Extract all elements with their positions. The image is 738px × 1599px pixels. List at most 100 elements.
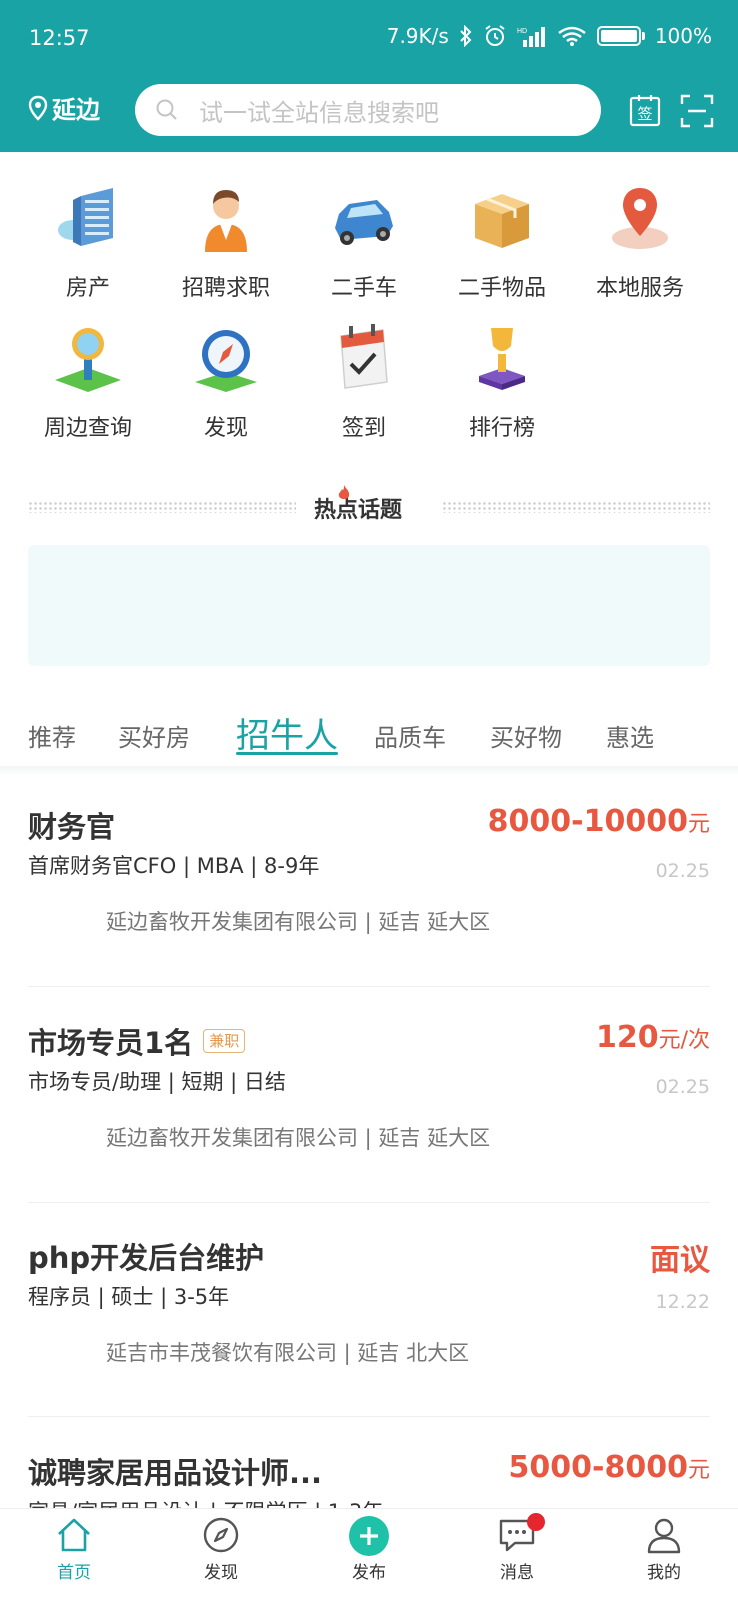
battery-icon (596, 26, 641, 46)
search-input[interactable]: 试一试全站信息搜索吧 (135, 84, 601, 136)
wifi-icon (558, 26, 586, 46)
network-speed: 7.9K/s (386, 24, 449, 48)
svg-text:HD: HD (517, 28, 527, 35)
job-title: 诚聘家居用品设计师... (28, 1456, 323, 1490)
hot-topics-header: 热点话题 (0, 485, 738, 526)
job-date: 12.22 (655, 1291, 710, 1313)
location-pin-icon (28, 95, 48, 121)
signal-icon: HD (517, 27, 545, 47)
status-icons: 7.9K/s HD 100% (387, 24, 712, 48)
divider (28, 986, 710, 987)
flame-icon (338, 485, 350, 499)
home-icon (58, 1518, 90, 1552)
category-jobs[interactable]: 招聘求职 (156, 182, 296, 302)
category-used-cars[interactable]: 二手车 (294, 182, 434, 302)
category-label: 本地服务 (595, 276, 684, 301)
search-icon (156, 99, 177, 120)
category-label: 周边查询 (43, 416, 132, 441)
category-label: 签到 (341, 416, 386, 441)
status-time: 12:57 (29, 26, 90, 50)
location-selector[interactable]: 延边 (28, 90, 100, 125)
nav-home[interactable]: 首页 (24, 1509, 124, 1599)
car-icon (335, 200, 393, 245)
job-company: 延边畜牧开发集团有限公司 | 延吉 延大区 (106, 910, 491, 934)
search-placeholder: 试一试全站信息搜索吧 (199, 98, 439, 127)
magnifier-icon (55, 328, 121, 392)
discover-icon (203, 1517, 239, 1553)
profile-icon (647, 1518, 681, 1554)
job-requirements: 首席财务官CFO | MBA | 8-9年 (28, 854, 320, 878)
tab-deals[interactable]: 惠选 (606, 718, 654, 753)
nav-label: 消息 (500, 1563, 534, 1583)
nav-label: 发布 (352, 1563, 386, 1583)
battery-level: 100% (654, 24, 712, 48)
job-requirements: 市场专员/助理 | 短期 | 日结 (28, 1070, 286, 1094)
category-label: 二手物品 (457, 276, 546, 301)
category-label: 房产 (65, 276, 110, 301)
job-requirements: 程序员 | 硕士 | 3-5年 (28, 1285, 230, 1309)
hot-topics-panel[interactable] (28, 545, 710, 666)
job-requirements: 家具/家居用品设计 | 不限学历 | 1-3年 (28, 1496, 383, 1508)
job-salary: 8000-10000元 (487, 804, 710, 839)
divider (28, 1416, 710, 1417)
nav-label: 首页 (57, 1563, 91, 1583)
job-salary: 5000-8000元 (508, 1450, 710, 1485)
dotted-divider (442, 501, 710, 513)
divider (28, 1202, 710, 1203)
job-date: 02.25 (655, 860, 710, 882)
category-local-services[interactable]: 本地服务 (570, 182, 710, 302)
scan-icon[interactable] (680, 94, 714, 128)
compass-icon (195, 330, 257, 392)
status-bar: 12:57 7.9K/s HD 100% (0, 0, 738, 76)
job-title: 市场专员1名 兼职 (28, 1020, 246, 1062)
person-icon (205, 190, 247, 252)
job-listing[interactable]: 诚聘家居用品设计师... 5000-8000元 家具/家居用品设计 | 不限学历… (28, 1450, 710, 1508)
sign-in-icon[interactable]: 签 (628, 94, 662, 128)
tab-recommend[interactable]: 推荐 (28, 718, 76, 753)
tab-recruit[interactable]: 招牛人 (236, 708, 338, 757)
map-pin-icon (612, 188, 668, 249)
category-label: 发现 (203, 416, 248, 441)
hot-topics-title: 热点话题 (314, 498, 403, 523)
nav-profile[interactable]: 我的 (614, 1509, 714, 1599)
trophy-icon (479, 328, 525, 390)
nav-messages[interactable]: 消息 (467, 1509, 567, 1599)
search-row: 延边 试一试全站信息搜索吧 签 (0, 82, 738, 138)
nav-publish[interactable]: 发布 (319, 1509, 419, 1599)
category-label: 招聘求职 (181, 276, 270, 301)
app-header: 12:57 7.9K/s HD 100% 延边 试一试全站信息搜索吧 签 (0, 0, 738, 152)
part-time-badge: 兼职 (203, 1029, 246, 1053)
job-company: 延边畜牧开发集团有限公司 | 延吉 延大区 (106, 1126, 491, 1150)
tab-quality-car[interactable]: 品质车 (374, 718, 446, 753)
job-title: 财务官 (28, 810, 116, 844)
bottom-navigation: 首页 发现 发布 消息 我的 (0, 1508, 738, 1599)
bluetooth-icon (460, 25, 472, 47)
category-discover[interactable]: 发现 (156, 322, 296, 442)
category-check-in[interactable]: 签到 (294, 322, 434, 442)
job-salary: 面议 (650, 1243, 710, 1278)
nav-label: 发现 (204, 1563, 238, 1583)
calendar-check-icon (340, 324, 388, 389)
nav-label: 我的 (647, 1563, 681, 1583)
category-label: 二手车 (330, 276, 397, 301)
building-icon (58, 188, 113, 246)
category-tabs: 推荐 买好房 招牛人 品质车 买好物 惠选 (0, 704, 738, 764)
job-title: php开发后台维护 (28, 1241, 265, 1275)
category-real-estate[interactable]: 房产 (18, 182, 158, 302)
category-nearby[interactable]: 周边查询 (18, 322, 158, 442)
job-company: 延吉市丰茂餐饮有限公司 | 延吉 北大区 (106, 1341, 470, 1365)
nav-discover[interactable]: 发现 (171, 1509, 271, 1599)
unread-badge (527, 1513, 545, 1531)
tab-buy-house[interactable]: 买好房 (118, 718, 190, 753)
svg-text:签: 签 (637, 105, 652, 123)
category-second-hand[interactable]: 二手物品 (432, 182, 572, 302)
job-salary: 120元/次 (595, 1020, 710, 1055)
active-tab-indicator (236, 752, 338, 755)
alarm-icon (485, 25, 505, 46)
category-ranking[interactable]: 排行榜 (432, 322, 572, 442)
dotted-divider (28, 501, 296, 513)
tab-buy-goods[interactable]: 买好物 (490, 718, 562, 753)
publish-plus-icon (349, 1516, 389, 1556)
location-name: 延边 (52, 96, 100, 124)
category-label: 排行榜 (468, 416, 535, 441)
